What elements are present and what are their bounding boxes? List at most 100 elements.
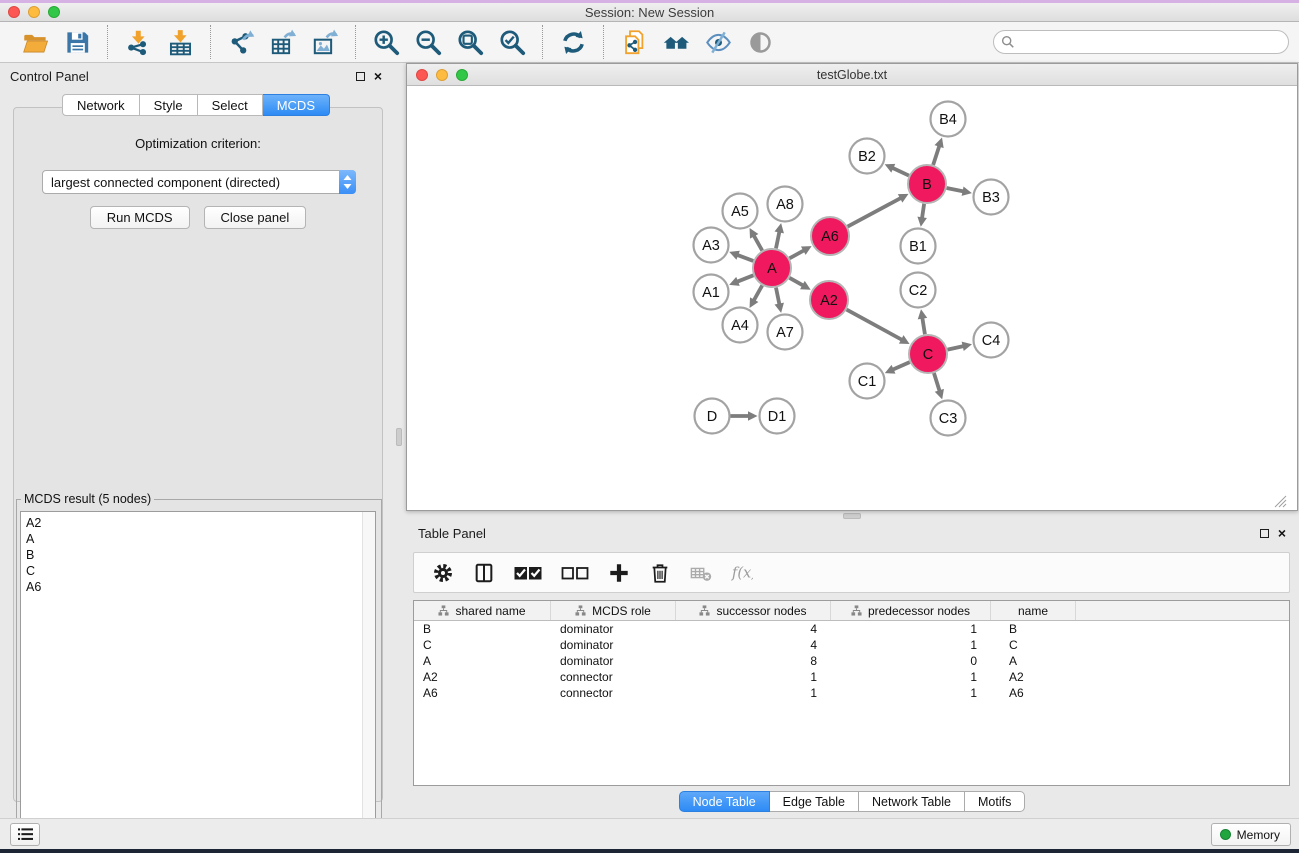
delete-table-button[interactable] [686,558,716,588]
unselect-all-button[interactable] [557,558,593,588]
tab-network-table[interactable]: Network Table [859,791,965,812]
mcds-result-item[interactable]: A2 [26,515,375,531]
graph-node-D[interactable]: D [695,399,730,434]
tab-node-table[interactable]: Node Table [679,791,770,812]
import-table-button[interactable] [163,26,197,58]
export-network-button[interactable] [224,26,258,58]
table-cell: 4 [676,637,831,653]
column-header-predecessor-nodes[interactable]: predecessor nodes [831,601,991,620]
graph-node-B3[interactable]: B3 [974,180,1009,215]
zoom-out-button[interactable] [411,26,445,58]
home-button[interactable] [659,26,693,58]
graph-node-C2[interactable]: C2 [901,273,936,308]
import-network-icon [125,29,152,56]
table-close-icon[interactable]: × [1278,528,1286,538]
unselect-all-icon [557,562,593,584]
column-type-icon [699,605,710,616]
search-input[interactable] [993,30,1289,54]
column-visibility-button[interactable] [469,558,499,588]
graph-node-B[interactable]: B [908,165,946,203]
export-table-button[interactable] [266,26,300,58]
zoom-selected-button[interactable] [495,26,529,58]
zoom-fit-button[interactable] [453,26,487,58]
mcds-result-item[interactable]: B [26,547,375,563]
graph-node-A4[interactable]: A4 [723,308,758,343]
control-panel: Control Panel × NetworkStyleSelectMCDS O… [0,63,392,816]
graph-node-A[interactable]: A [753,249,791,287]
mcds-result-list[interactable]: A2ABCA6 [20,511,376,838]
graph-node-A2[interactable]: A2 [810,281,848,319]
main-toolbar-bar [0,22,1299,63]
graph-node-C4[interactable]: C4 [974,323,1009,358]
tab-select[interactable]: Select [198,94,263,116]
table-options-button[interactable] [428,558,458,588]
graph-node-A6[interactable]: A6 [811,217,849,255]
task-history-button[interactable] [10,823,40,846]
mcds-result-item[interactable]: C [26,563,375,579]
graph-edge-A-A2 [789,278,803,286]
graph-node-B2[interactable]: B2 [850,139,885,174]
table-row[interactable]: Cdominator41C [414,637,1289,653]
graph-node-D1[interactable]: D1 [760,399,795,434]
table-row[interactable]: A6connector11A6 [414,685,1289,701]
tab-motifs[interactable]: Motifs [965,791,1025,812]
birds-eye-view-button[interactable] [743,26,777,58]
table-float-icon[interactable] [1260,529,1269,538]
graph-node-B4[interactable]: B4 [931,102,966,137]
close-panel-icon[interactable]: × [374,71,382,81]
svg-text:C2: C2 [909,283,928,299]
column-header-successor-nodes[interactable]: successor nodes [676,601,831,620]
result-scrollbar[interactable] [362,512,375,837]
tab-style[interactable]: Style [140,94,198,116]
table-row[interactable]: Adominator80A [414,653,1289,669]
delete-column-button[interactable] [645,558,675,588]
search-wrap [993,30,1289,54]
graph-node-A5[interactable]: A5 [723,194,758,229]
resize-grip-icon[interactable] [1283,504,1286,507]
mcds-result-item[interactable]: A6 [26,579,375,595]
horizontal-splitter-handle[interactable] [843,513,861,519]
tab-mcds[interactable]: MCDS [263,94,330,116]
graph-node-A1[interactable]: A1 [694,275,729,310]
resize-grip-icon[interactable] [1279,500,1286,507]
tab-network[interactable]: Network [62,94,140,116]
graph-node-A7[interactable]: A7 [768,315,803,350]
graph-node-C3[interactable]: C3 [931,401,966,436]
graph-node-A8[interactable]: A8 [768,187,803,222]
graph-node-A3[interactable]: A3 [694,228,729,263]
zoom-fit-icon [457,29,484,56]
graph-edge-A6-B [848,198,902,227]
run-mcds-button[interactable]: Run MCDS [90,206,190,229]
function-builder-button[interactable]: f(x) [727,558,757,588]
table-row[interactable]: A2connector11A2 [414,669,1289,685]
network-canvas[interactable]: A A1 A2 A3 A4 A5 A6 A7 A8 B B1 B2 B3 B4 C C1 C2 C3 C4 D D1 [407,86,1297,510]
open-file-button[interactable] [18,26,52,58]
float-panel-icon[interactable] [356,72,365,81]
graph-edge-A-A6 [790,250,805,258]
add-column-button[interactable] [604,558,634,588]
export-image-button[interactable] [308,26,342,58]
import-network-button[interactable] [121,26,155,58]
mcds-result-item[interactable]: A [26,531,375,547]
zoom-in-button[interactable] [369,26,403,58]
duplicate-network-button[interactable] [617,26,651,58]
refresh-button[interactable] [556,26,590,58]
close-panel-button[interactable]: Close panel [204,206,307,229]
criterion-select[interactable]: largest connected component (directed) [42,170,356,194]
column-header-name[interactable]: name [991,601,1076,620]
table-row[interactable]: Bdominator41B [414,621,1289,637]
column-header-MCDS-role[interactable]: MCDS role [551,601,676,620]
graph-node-C[interactable]: C [909,335,947,373]
select-all-button[interactable] [510,558,546,588]
graph-node-C1[interactable]: C1 [850,364,885,399]
graph-node-B1[interactable]: B1 [901,229,936,264]
svg-text:A3: A3 [702,238,720,254]
table-cell: 8 [676,653,831,669]
show-hide-details-button[interactable] [701,26,735,58]
tab-edge-table[interactable]: Edge Table [770,791,859,812]
svg-text:B4: B4 [939,112,957,128]
vertical-splitter-handle[interactable] [396,428,402,446]
column-header-shared-name[interactable]: shared name [414,601,551,620]
save-session-button[interactable] [60,26,94,58]
memory-button[interactable]: Memory [1211,823,1291,846]
